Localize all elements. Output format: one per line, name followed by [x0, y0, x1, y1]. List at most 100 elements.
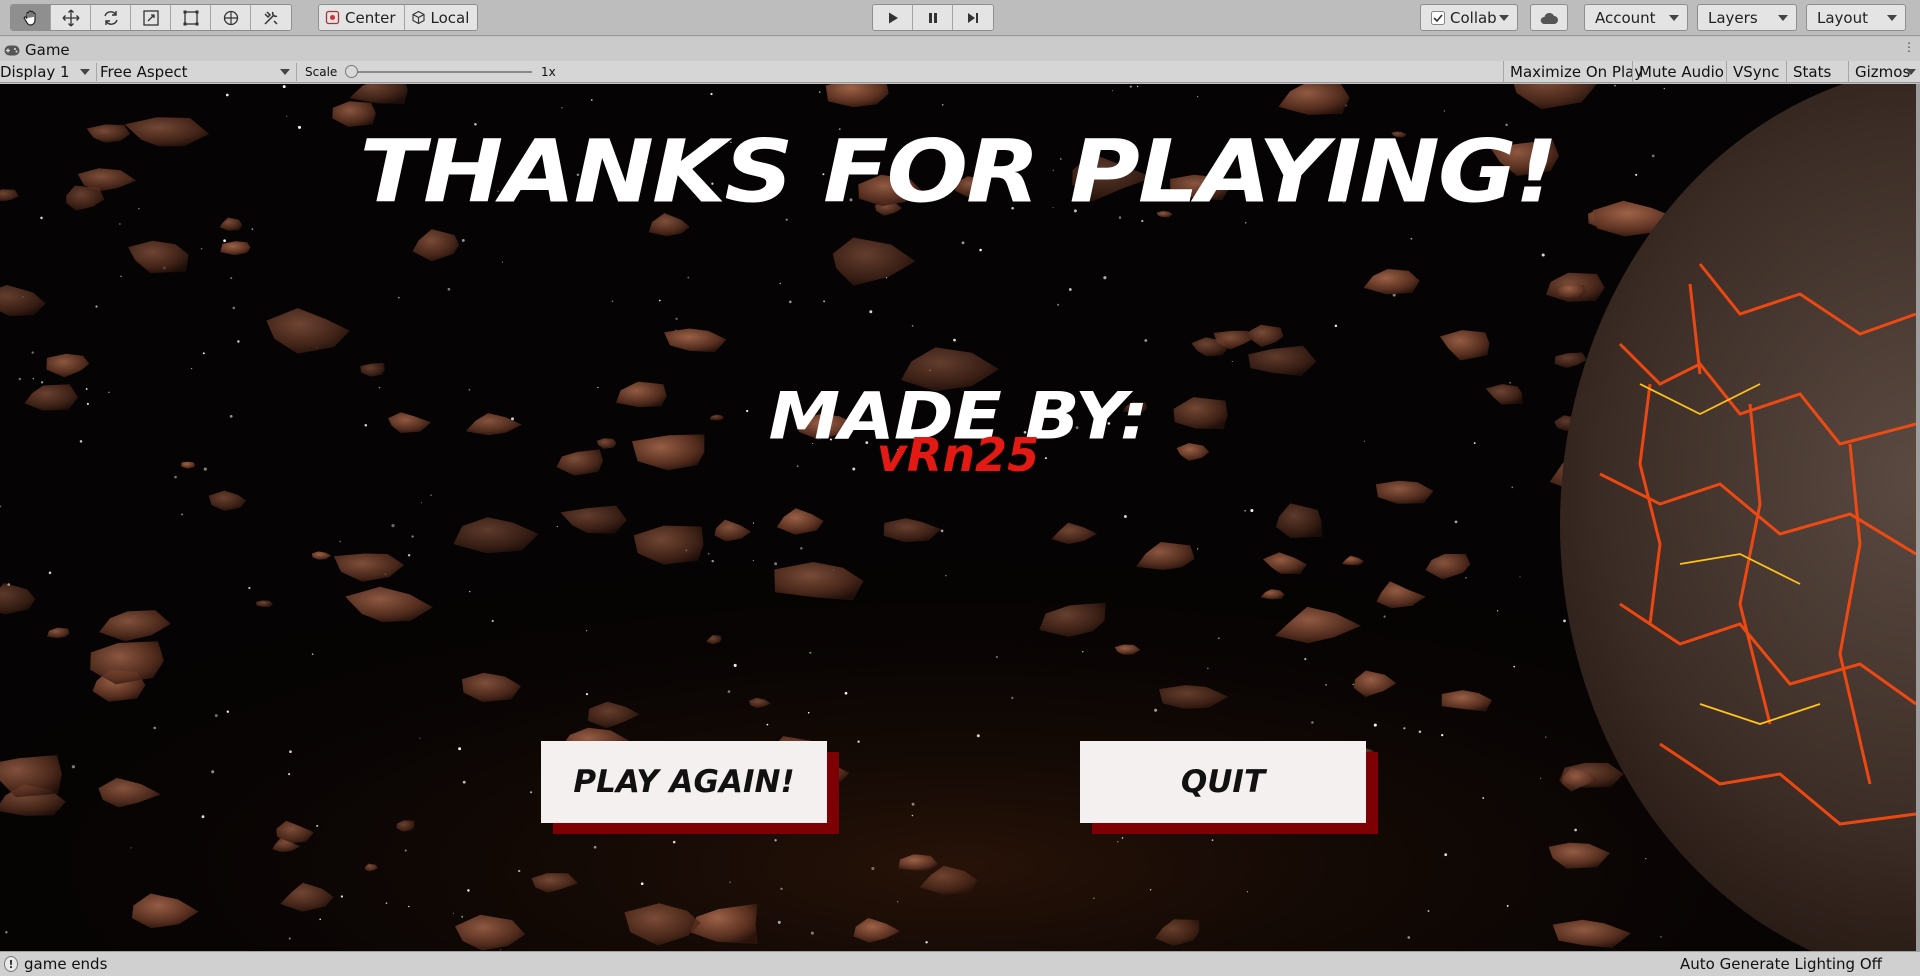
star: [779, 282, 782, 285]
star: [640, 882, 644, 886]
quit-button[interactable]: QUIT: [1080, 741, 1366, 823]
mute-audio-toggle[interactable]: Mute Audio: [1632, 61, 1730, 83]
display-dropdown[interactable]: Display 1: [0, 61, 94, 83]
toolbar-divider: [296, 63, 297, 81]
star: [316, 824, 319, 827]
star: [1383, 615, 1386, 618]
layers-dropdown[interactable]: Layers: [1697, 4, 1797, 31]
move-tool-button[interactable]: [51, 5, 91, 30]
game-viewport[interactable]: THANKS FOR PLAYING! MADE BY: vRn25 PLAY …: [0, 84, 1916, 951]
play-button[interactable]: [873, 5, 913, 30]
star: [675, 317, 678, 320]
star: [591, 99, 593, 101]
game-tab-label: Game: [25, 41, 70, 59]
scale-tool-button[interactable]: [131, 5, 171, 30]
lighting-status[interactable]: Auto Generate Lighting Off: [1680, 955, 1882, 973]
star: [130, 847, 132, 849]
star: [311, 653, 314, 655]
gizmos-dropdown[interactable]: Gizmos: [1848, 61, 1920, 83]
star: [1545, 736, 1547, 738]
star: [1454, 520, 1458, 524]
star: [211, 770, 215, 774]
viewport-scrollbar[interactable]: [1916, 84, 1920, 951]
star: [1444, 853, 1448, 857]
cloud-button[interactable]: [1530, 4, 1568, 31]
thanks-title: THANKS FOR PLAYING!: [359, 121, 1559, 223]
pivot-center-button[interactable]: Center: [319, 5, 405, 30]
star: [202, 352, 205, 355]
layout-dropdown[interactable]: Layout: [1806, 4, 1906, 31]
game-tab[interactable]: Game: [4, 41, 70, 59]
star: [911, 802, 915, 806]
star: [561, 107, 563, 109]
hand-icon: [23, 9, 36, 26]
account-dropdown[interactable]: Account: [1584, 4, 1688, 31]
star: [1660, 936, 1662, 938]
star: [430, 494, 432, 496]
maximize-on-play-toggle[interactable]: Maximize On Play: [1503, 61, 1649, 83]
star: [1574, 828, 1577, 832]
star: [1129, 85, 1132, 88]
vsync-label: VSync: [1733, 63, 1780, 81]
custom-tool-button[interactable]: [251, 5, 291, 30]
star: [287, 772, 291, 776]
star: [1410, 237, 1413, 240]
mute-audio-label: Mute Audio: [1639, 63, 1724, 81]
scale-slider-thumb[interactable]: [345, 65, 358, 78]
console-status[interactable]: ! game ends: [4, 955, 107, 973]
aspect-dropdown[interactable]: Free Aspect: [100, 61, 294, 83]
rect-transform-icon: [183, 10, 198, 25]
pause-button[interactable]: [913, 5, 953, 30]
gizmos-dropdown-arrow-icon: [1906, 69, 1916, 75]
star: [501, 261, 504, 263]
star: [897, 901, 899, 903]
star: [200, 247, 203, 250]
star: [1211, 839, 1214, 841]
star: [979, 248, 982, 252]
star: [710, 92, 713, 96]
star: [1154, 708, 1158, 712]
star: [774, 562, 778, 566]
star: [230, 277, 233, 280]
star: [1082, 651, 1084, 653]
play-again-button[interactable]: PLAY AGAIN!: [541, 741, 827, 823]
star: [461, 238, 465, 242]
star: [911, 325, 914, 327]
star: [1427, 910, 1430, 912]
star: [658, 299, 661, 302]
transform-tool-button[interactable]: [211, 5, 251, 30]
tab-menu-icon[interactable]: ⋮: [1903, 40, 1915, 54]
star: [995, 655, 998, 659]
star: [1513, 665, 1516, 668]
local-cube-icon: [411, 10, 425, 25]
star: [286, 115, 288, 117]
star: [1519, 576, 1521, 578]
star: [1117, 841, 1119, 843]
rotate-tool-button[interactable]: [91, 5, 131, 30]
scale-slider-track[interactable]: [352, 71, 532, 73]
star: [727, 690, 731, 693]
star: [788, 300, 792, 304]
star: [201, 815, 205, 819]
star: [1057, 303, 1060, 306]
rect-tool-button[interactable]: [171, 5, 211, 30]
star: [1373, 723, 1377, 727]
collab-dropdown[interactable]: Collab: [1420, 4, 1518, 31]
star: [586, 630, 588, 632]
star: [181, 513, 184, 516]
account-dropdown-arrow-icon: [1669, 15, 1679, 21]
stats-toggle[interactable]: Stats: [1786, 61, 1837, 83]
star: [518, 869, 521, 873]
step-button[interactable]: [953, 5, 993, 30]
star: [153, 726, 157, 730]
pivot-local-button[interactable]: Local: [404, 5, 478, 30]
hand-tool-button[interactable]: [11, 5, 51, 30]
checkmark-icon: [1431, 10, 1445, 25]
star: [385, 902, 388, 905]
star: [941, 104, 944, 106]
tools-icon: [264, 10, 278, 25]
vsync-toggle[interactable]: VSync: [1726, 61, 1785, 83]
star: [1111, 90, 1114, 92]
star: [1103, 276, 1107, 280]
star: [1334, 324, 1338, 328]
